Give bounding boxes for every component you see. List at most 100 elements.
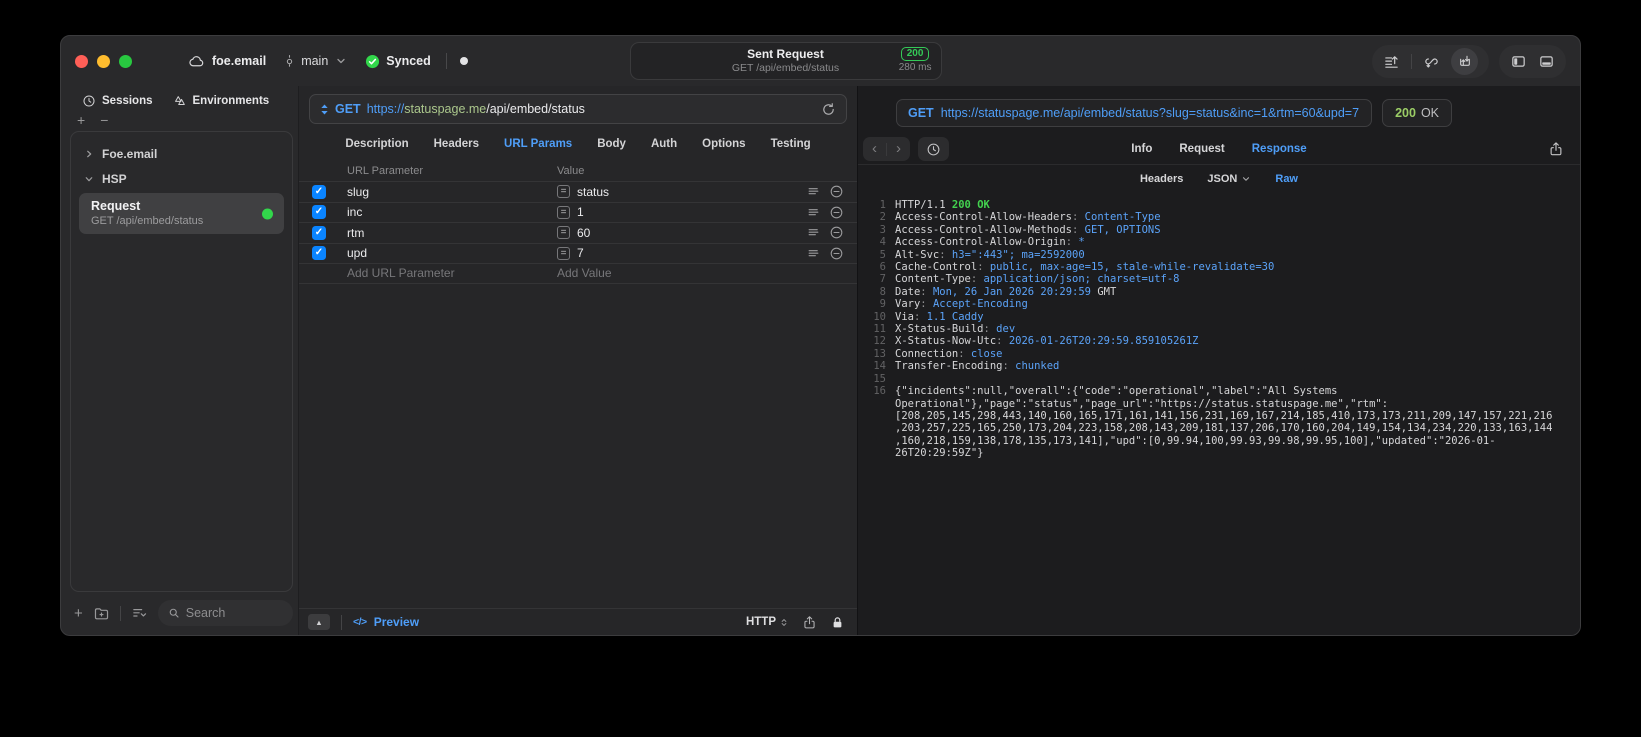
- request-url[interactable]: https://statuspage.me/api/embed/status: [367, 102, 585, 116]
- remove-param-icon[interactable]: [829, 225, 844, 240]
- preview-label: Preview: [373, 615, 420, 629]
- toggle-left-sidebar-button[interactable]: [1510, 53, 1527, 70]
- remove-session-button[interactable]: −: [100, 112, 108, 129]
- add-session-button[interactable]: +: [77, 112, 85, 129]
- history-forward-button[interactable]: ›: [887, 138, 910, 160]
- tree-chevron-icon: [87, 150, 92, 157]
- url-path: /api/embed/status: [486, 102, 585, 116]
- param-name-field[interactable]: upd: [347, 246, 557, 260]
- remove-param-icon[interactable]: [829, 246, 844, 261]
- editor-tab[interactable]: Body: [597, 138, 626, 150]
- remove-param-icon[interactable]: [829, 184, 844, 199]
- request-list-item-selected[interactable]: Request GET /api/embed/status: [79, 193, 284, 234]
- tree-group[interactable]: Foe.email: [75, 141, 288, 166]
- collapse-panel-button[interactable]: ▲: [308, 614, 330, 630]
- param-enabled-checkbox[interactable]: [312, 246, 326, 261]
- search-input[interactable]: [185, 606, 283, 620]
- param-name-field[interactable]: inc: [347, 205, 557, 219]
- method-label[interactable]: GET: [335, 102, 361, 116]
- sync-status[interactable]: Synced: [365, 54, 431, 69]
- add-request-button[interactable]: +: [74, 606, 83, 621]
- send-receive-button[interactable]: [1451, 47, 1478, 75]
- layout-group: [1499, 44, 1566, 78]
- line-content: Content-Type: application/json; charset=…: [895, 273, 1180, 286]
- tree-group[interactable]: HSP: [75, 166, 288, 191]
- editor-tab[interactable]: Testing: [771, 138, 811, 150]
- resend-request-icon[interactable]: [821, 102, 836, 117]
- code-preview-icon: </>: [353, 616, 367, 628]
- titlebar-divider: [445, 53, 447, 69]
- screen: foe.email main Synced Sent Request GET /…: [0, 0, 1641, 737]
- request-url-bar[interactable]: GET https://statuspage.me/api/embed/stat…: [309, 94, 847, 124]
- editor-tab[interactable]: Description: [345, 138, 408, 150]
- param-name-field[interactable]: slug: [347, 185, 557, 199]
- tab-environments[interactable]: Environments: [173, 94, 270, 108]
- editor-tab[interactable]: URL Params: [504, 138, 572, 150]
- share-icon[interactable]: [802, 615, 817, 630]
- response-view-tab-label: Raw: [1275, 172, 1298, 185]
- line-number: 3: [879, 223, 886, 236]
- request-item-title: Request: [91, 199, 141, 213]
- remove-param-icon[interactable]: [829, 205, 844, 220]
- project-menu[interactable]: foe.email: [188, 53, 266, 70]
- zoom-window-button[interactable]: [119, 54, 132, 68]
- params-header-row: URL Parameter Value: [299, 161, 857, 181]
- tab-environments-label: Environments: [192, 95, 270, 107]
- code-line: 7 Content-Type: application/json; charse…: [866, 273, 1554, 285]
- response-tab[interactable]: Request: [1179, 143, 1224, 155]
- minimize-window-button[interactable]: [97, 54, 110, 68]
- request-item-subtitle: GET /api/embed/status: [91, 215, 204, 227]
- param-value-field[interactable]: 1: [577, 205, 584, 219]
- chevron-down-icon: [337, 58, 345, 64]
- code-line: 12 X-Status-Now-Utc: 2026-01-26T20:29:59…: [866, 335, 1554, 347]
- param-value-field[interactable]: 7: [577, 246, 584, 260]
- line-number: 12: [873, 335, 886, 348]
- param-enabled-checkbox[interactable]: [312, 225, 326, 240]
- list-options-button[interactable]: [131, 605, 148, 622]
- merge-sync-button[interactable]: [1423, 53, 1440, 70]
- lock-icon[interactable]: [830, 615, 845, 630]
- export-response-icon[interactable]: [1548, 141, 1564, 157]
- response-view-tab[interactable]: Headers: [1140, 173, 1183, 185]
- param-value-field[interactable]: 60: [577, 226, 590, 240]
- sent-request-summary[interactable]: Sent Request GET /api/embed/status 200 2…: [629, 42, 942, 80]
- editor-tab[interactable]: Options: [702, 138, 745, 150]
- editor-tab[interactable]: Headers: [434, 138, 479, 150]
- response-tab[interactable]: Info: [1131, 143, 1152, 155]
- response-view-tab[interactable]: JSON: [1207, 173, 1251, 185]
- add-param-value-placeholder[interactable]: Add Value: [557, 266, 844, 280]
- history-back-button[interactable]: ‹: [863, 138, 886, 160]
- sent-request-url-box[interactable]: GET https://statuspage.me/api/embed/stat…: [896, 99, 1373, 127]
- line-content: [895, 373, 1554, 385]
- param-name-field[interactable]: rtm: [347, 226, 557, 240]
- add-param-row[interactable]: Add URL Parameter Add Value: [299, 263, 857, 284]
- sidebar-search[interactable]: [157, 600, 293, 626]
- close-window-button[interactable]: [75, 54, 88, 68]
- code-line: 8 Date: Mon, 26 Jan 2026 20:29:59 GMT: [866, 286, 1554, 298]
- response-lines: 1 HTTP/1.1 200 OK 2 Access-Control-Allow…: [866, 199, 1554, 460]
- add-param-name-placeholder[interactable]: Add URL Parameter: [347, 266, 557, 280]
- method-stepper-icon[interactable]: [320, 103, 329, 116]
- tab-sessions[interactable]: Sessions: [82, 94, 153, 108]
- code-line: 4 Access-Control-Allow-Origin: *: [866, 236, 1554, 248]
- line-number: 8: [879, 285, 886, 298]
- format-lines-icon[interactable]: [806, 225, 821, 240]
- response-method-label: GET: [908, 106, 934, 120]
- param-value-field[interactable]: status: [577, 185, 609, 199]
- toggle-bottom-panel-button[interactable]: [1538, 53, 1555, 70]
- preview-button[interactable]: </> Preview: [353, 615, 419, 629]
- response-tab[interactable]: Response: [1252, 143, 1307, 155]
- format-lines-icon[interactable]: [806, 246, 821, 261]
- format-lines-icon[interactable]: [806, 205, 821, 220]
- editor-tab[interactable]: Auth: [651, 138, 677, 150]
- param-enabled-checkbox[interactable]: [312, 184, 326, 199]
- new-folder-button[interactable]: [93, 605, 110, 622]
- protocol-selector[interactable]: HTTP: [746, 616, 789, 629]
- response-view-tab[interactable]: Raw: [1275, 173, 1298, 185]
- format-lines-icon[interactable]: [806, 184, 821, 199]
- history-list-button[interactable]: [918, 137, 949, 161]
- branch-selector[interactable]: main: [282, 54, 347, 69]
- line-number: 14: [873, 360, 886, 373]
- param-enabled-checkbox[interactable]: [312, 205, 326, 220]
- import-list-button[interactable]: [1383, 53, 1400, 70]
